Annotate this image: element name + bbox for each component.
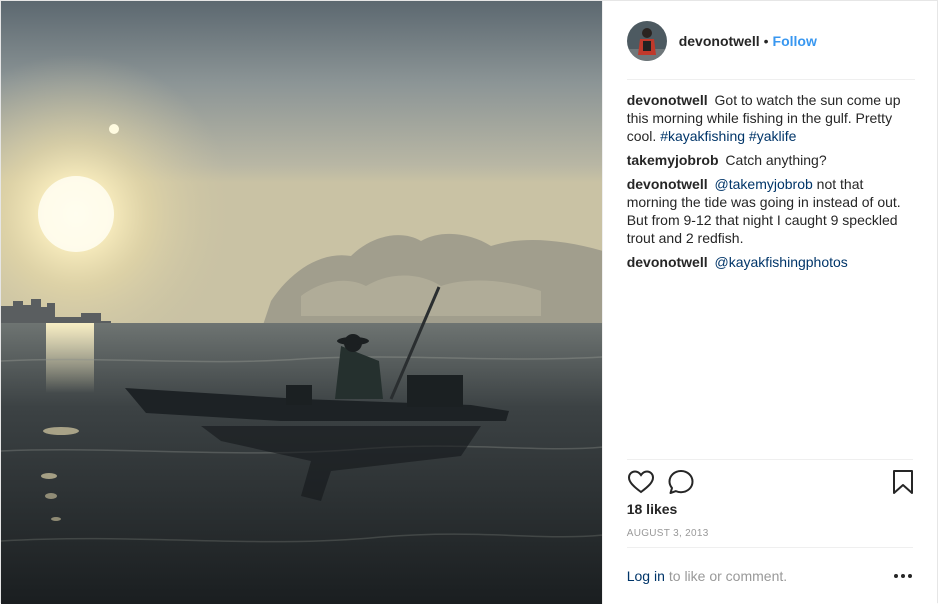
mention-link[interactable]: @takemyjobrob <box>715 176 813 192</box>
header-username[interactable]: devonotwell <box>679 33 760 49</box>
header-separator: • <box>763 32 769 49</box>
comment-username[interactable]: devonotwell <box>627 92 708 108</box>
comment-item: takemyjobrob Catch anything? <box>627 151 917 169</box>
instagram-post: devonotwell • Follow devonotwell Got to … <box>0 0 938 604</box>
follow-button[interactable]: Follow <box>773 33 817 49</box>
sunrise-kayak-photo <box>1 1 602 604</box>
hashtag-link[interactable]: #kayakfishing <box>660 128 745 144</box>
post-photo[interactable] <box>1 1 602 604</box>
mention-link[interactable]: @kayakfishingphotos <box>715 254 848 270</box>
comment-item: devonotwell @takemyjobrob not that morni… <box>627 175 917 247</box>
hashtag-link[interactable]: #yaklife <box>749 128 796 144</box>
comment-bubble-icon[interactable] <box>667 468 695 496</box>
heart-icon[interactable] <box>627 468 655 496</box>
action-bar <box>626 459 913 503</box>
comments-list: devonotwell Got to watch the sun come up… <box>627 91 917 277</box>
comment-username[interactable]: devonotwell <box>627 254 708 270</box>
caption: devonotwell Got to watch the sun come up… <box>627 91 917 145</box>
likes-count[interactable]: 18 likes <box>627 501 678 517</box>
post-sidebar: devonotwell • Follow devonotwell Got to … <box>601 1 938 604</box>
comment-username[interactable]: takemyjobrob <box>627 152 719 168</box>
comment-text: Catch anything? <box>725 152 827 168</box>
login-footer: Log in to like or comment. <box>626 547 913 603</box>
login-prompt-text: to like or comment. <box>668 567 788 584</box>
bookmark-icon[interactable] <box>889 468 917 496</box>
comment-item: devonotwell @kayakfishingphotos <box>627 253 917 271</box>
comment-username[interactable]: devonotwell <box>627 176 708 192</box>
login-link[interactable]: Log in <box>627 568 665 584</box>
post-date[interactable]: AUGUST 3, 2013 <box>627 528 709 539</box>
avatar[interactable] <box>626 20 667 61</box>
post-header: devonotwell • Follow <box>603 1 938 80</box>
ellipsis-icon[interactable] <box>893 566 913 586</box>
